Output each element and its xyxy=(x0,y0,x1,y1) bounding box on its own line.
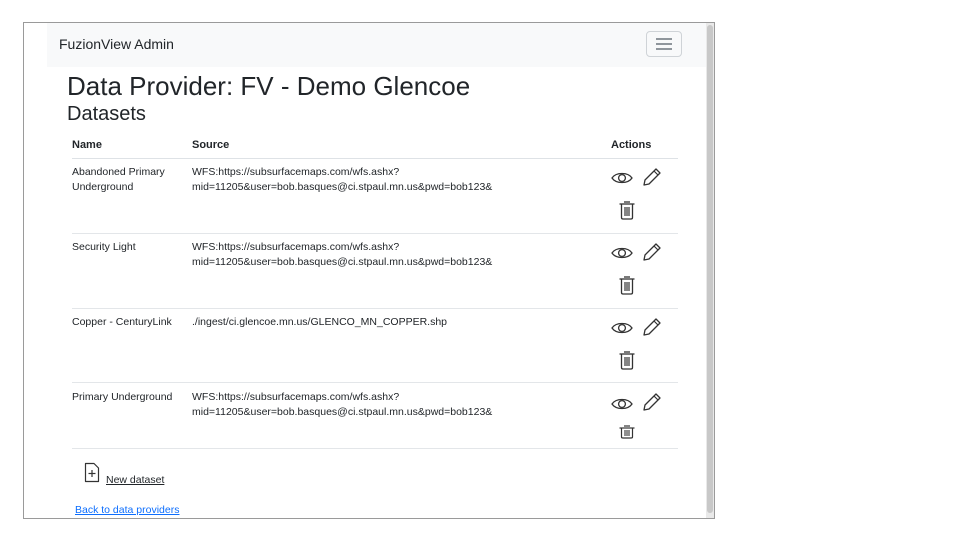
dataset-name-cell: Primary Underground xyxy=(72,390,184,405)
trash-icon[interactable] xyxy=(618,275,636,295)
new-dataset-link[interactable]: New dataset xyxy=(106,474,164,486)
file-plus-icon[interactable] xyxy=(84,462,100,483)
column-header-source: Source xyxy=(192,139,230,151)
dataset-source-line: mid=11205&user=bob.basques@ci.stpaul.mn.… xyxy=(192,256,493,268)
pencil-icon[interactable] xyxy=(642,317,662,337)
dataset-source-cell: WFS:https://subsurfacemaps.com/wfs.ashx?… xyxy=(192,390,612,420)
dataset-name-line: Primary Underground xyxy=(72,391,173,403)
row-divider xyxy=(72,233,678,234)
dataset-source-line: mid=11205&user=bob.basques@ci.stpaul.mn.… xyxy=(192,406,493,418)
hamburger-menu-icon xyxy=(656,38,672,50)
dataset-source-line: mid=11205&user=bob.basques@ci.stpaul.mn.… xyxy=(192,181,493,193)
row-divider xyxy=(72,448,678,449)
eye-icon[interactable] xyxy=(611,170,633,186)
navbar-toggler-button[interactable] xyxy=(646,31,682,57)
eye-icon[interactable] xyxy=(611,320,633,336)
pencil-icon[interactable] xyxy=(642,392,662,412)
section-title: Datasets xyxy=(67,103,146,125)
pencil-icon[interactable] xyxy=(642,167,662,187)
dataset-name-cell: Abandoned Primary Underground xyxy=(72,165,184,195)
column-header-actions: Actions xyxy=(611,139,652,151)
dataset-source-cell: WFS:https://subsurfacemaps.com/wfs.ashx?… xyxy=(192,165,612,195)
dataset-name-cell: Copper - CenturyLink xyxy=(72,315,184,330)
column-header-name: Name xyxy=(72,139,102,151)
pencil-icon[interactable] xyxy=(642,242,662,262)
browser-viewport: FuzionView Admin Data Provider: FV - Dem… xyxy=(23,22,715,519)
dataset-source-line: ./ingest/ci.glencoe.mn.us/GLENCO_MN_COPP… xyxy=(192,316,448,328)
trash-icon[interactable] xyxy=(618,200,636,220)
vertical-scrollbar[interactable] xyxy=(706,23,714,518)
table-header-divider xyxy=(72,158,678,159)
dataset-source-line: WFS:https://subsurfacemaps.com/wfs.ashx? xyxy=(192,166,400,178)
page-title: Data Provider: FV - Demo Glencoe xyxy=(67,71,471,101)
dataset-source-cell: ./ingest/ci.glencoe.mn.us/GLENCO_MN_COPP… xyxy=(192,315,612,330)
trash-icon[interactable] xyxy=(618,425,636,439)
eye-icon[interactable] xyxy=(611,245,633,261)
dataset-name-line: Abandoned Primary xyxy=(72,166,165,178)
dataset-name-cell: Security Light xyxy=(72,240,184,255)
eye-icon[interactable] xyxy=(611,396,633,412)
dataset-name-line: Copper - CenturyLink xyxy=(72,316,172,328)
back-to-data-providers-link[interactable]: Back to data providers xyxy=(75,504,179,516)
top-navbar: FuzionView Admin xyxy=(47,23,706,67)
dataset-source-line: WFS:https://subsurfacemaps.com/wfs.ashx? xyxy=(192,391,400,403)
row-divider xyxy=(72,382,678,383)
trash-icon[interactable] xyxy=(618,350,636,370)
dataset-source-line: WFS:https://subsurfacemaps.com/wfs.ashx? xyxy=(192,241,400,253)
navbar-brand[interactable]: FuzionView Admin xyxy=(59,36,174,52)
row-divider xyxy=(72,308,678,309)
dataset-name-line: Security Light xyxy=(72,241,136,253)
dataset-source-cell: WFS:https://subsurfacemaps.com/wfs.ashx?… xyxy=(192,240,612,270)
scrollbar-thumb[interactable] xyxy=(707,25,713,513)
dataset-name-line: Underground xyxy=(72,181,134,193)
